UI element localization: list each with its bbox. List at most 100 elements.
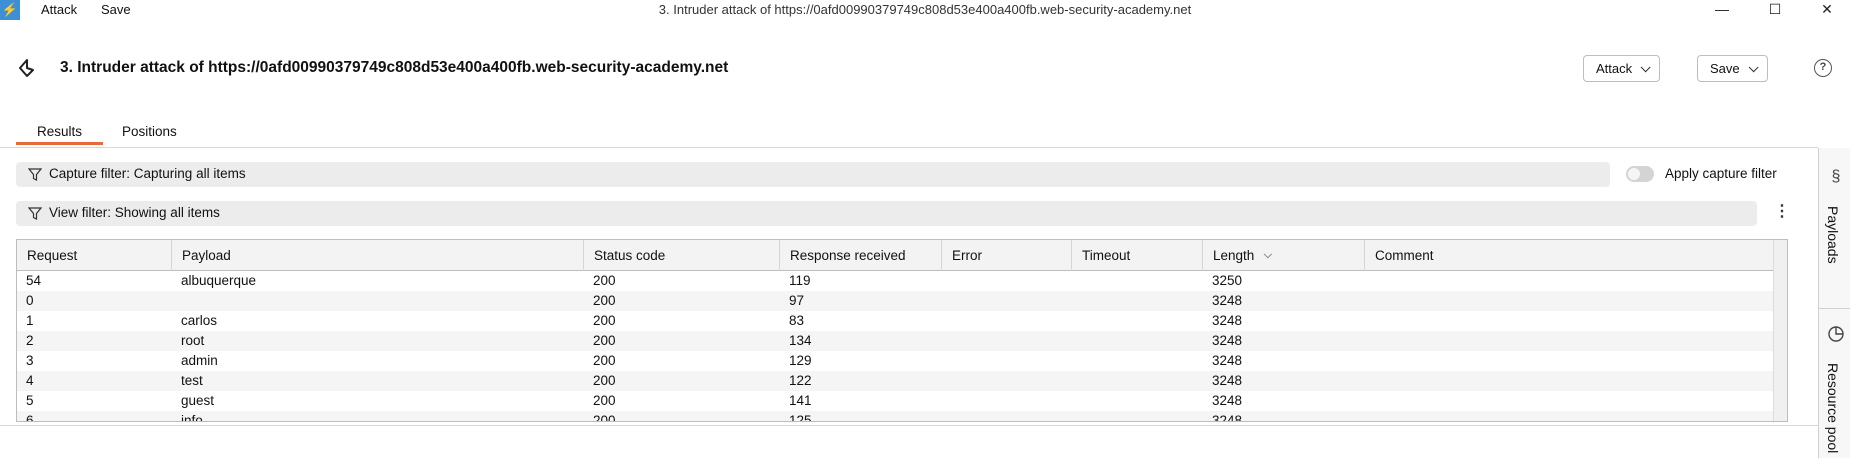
cell-error: [942, 371, 951, 391]
cell-error: [942, 311, 951, 331]
cell-response-received: 119: [789, 273, 811, 288]
cell-timeout: [1072, 291, 1081, 311]
cell-timeout: [1072, 411, 1081, 421]
cell-comment: [1365, 351, 1374, 371]
cell-length: 3248: [1212, 313, 1243, 328]
cell-comment: [1365, 391, 1374, 411]
table-row[interactable]: 0 200 97 3248: [17, 291, 1773, 311]
cell-comment: [1365, 371, 1374, 391]
cell-payload: test: [181, 373, 203, 388]
more-options-icon[interactable]: ⋮: [1774, 204, 1790, 222]
cell-payload: info: [181, 413, 203, 422]
cell-error: [942, 331, 951, 351]
view-filter-bar[interactable]: View filter: Showing all items: [16, 201, 1757, 226]
table-row[interactable]: 5 guest 200 141 3248: [17, 391, 1773, 411]
column-header-comment[interactable]: Comment: [1365, 240, 1773, 271]
cell-request: 5: [26, 393, 34, 408]
cell-response-received: 83: [789, 313, 805, 328]
cell-request: 54: [26, 273, 42, 288]
cell-response-received: 122: [789, 373, 812, 388]
cell-error: [942, 411, 951, 421]
cell-timeout: [1072, 331, 1081, 351]
column-header-length[interactable]: Length: [1203, 240, 1365, 271]
cell-status-code: 200: [593, 413, 616, 422]
view-filter-text: View filter: Showing all items: [49, 205, 220, 220]
side-divider: [1819, 308, 1850, 309]
table-row[interactable]: 1 carlos 200 83 3248: [17, 311, 1773, 331]
save-button-label: Save: [1710, 61, 1740, 76]
cell-request: 4: [26, 373, 34, 388]
resource-pool-icon[interactable]: [1827, 325, 1845, 343]
cell-response-received: 129: [789, 353, 812, 368]
table-row[interactable]: 2 root 200 134 3248: [17, 331, 1773, 351]
cell-payload: admin: [181, 353, 218, 368]
cell-request: 6: [26, 413, 34, 422]
cell-timeout: [1072, 351, 1081, 371]
column-header-error[interactable]: Error: [942, 240, 1072, 271]
cell-length: 3248: [1212, 393, 1243, 408]
close-window-button[interactable]: ✕: [1804, 0, 1850, 20]
help-icon[interactable]: ?: [1814, 59, 1832, 77]
results-table: Request Payload Status code Response rec…: [16, 239, 1788, 422]
table-row[interactable]: 4 test 200 122 3248: [17, 371, 1773, 391]
attack-dropdown-button[interactable]: Attack: [1583, 55, 1661, 82]
cell-comment: [1365, 291, 1374, 311]
minimize-button[interactable]: —: [1699, 0, 1745, 20]
side-tab-resource-pool[interactable]: Resource pool: [1825, 363, 1841, 453]
table-header: Request Payload Status code Response rec…: [17, 240, 1773, 271]
cell-comment: [1365, 271, 1374, 291]
window-titlebar: ⚡ Attack Save 3. Intruder attack of http…: [0, 0, 1850, 20]
attack-button-label: Attack: [1596, 61, 1633, 76]
cell-response-received: 134: [789, 333, 812, 348]
tab-results[interactable]: Results: [16, 122, 103, 145]
cell-status-code: 200: [593, 373, 616, 388]
cell-comment: [1365, 331, 1374, 351]
cell-length: 3250: [1212, 273, 1243, 288]
tab-divider: [0, 147, 1818, 148]
column-header-request[interactable]: Request: [17, 240, 172, 271]
filter-icon: [28, 207, 42, 220]
table-row[interactable]: 6 info 200 125 3248: [17, 411, 1773, 422]
side-panel: § Payloads Resource pool: [1818, 148, 1850, 458]
attack-header: 3. Intruder attack of https://0afd009903…: [0, 45, 1850, 91]
table-row[interactable]: 3 admin 200 129 3248: [17, 351, 1773, 371]
cell-error: [942, 351, 951, 371]
column-header-payload[interactable]: Payload: [172, 240, 584, 271]
table-row[interactable]: 54 albuquerque 200 119 3250: [17, 271, 1773, 291]
cell-payload: [172, 291, 181, 311]
cell-response-received: 125: [789, 413, 812, 422]
maximize-button[interactable]: ☐: [1752, 0, 1798, 20]
cell-status-code: 200: [593, 393, 616, 408]
column-header-timeout[interactable]: Timeout: [1072, 240, 1203, 271]
chevron-down-icon: [1748, 62, 1759, 73]
cell-timeout: [1072, 371, 1081, 391]
cell-length: 3248: [1212, 373, 1243, 388]
cell-timeout: [1072, 311, 1081, 331]
vertical-scrollbar[interactable]: [1773, 240, 1787, 421]
tab-positions[interactable]: Positions: [122, 122, 177, 142]
cell-request: 0: [26, 293, 34, 308]
column-header-response-received[interactable]: Response received: [780, 240, 942, 271]
cell-request: 2: [26, 333, 34, 348]
side-tab-payloads[interactable]: Payloads: [1825, 206, 1841, 264]
cell-request: 3: [26, 353, 34, 368]
cell-payload: root: [181, 333, 205, 348]
capture-filter-text: Capture filter: Capturing all items: [49, 166, 246, 181]
cell-timeout: [1072, 391, 1081, 411]
cell-status-code: 200: [593, 333, 616, 348]
intruder-icon: [19, 59, 34, 77]
cell-status-code: 200: [593, 313, 616, 328]
payloads-icon[interactable]: §: [1827, 168, 1845, 186]
save-dropdown-button[interactable]: Save: [1697, 55, 1768, 82]
cell-timeout: [1072, 271, 1081, 291]
cell-length: 3248: [1212, 293, 1243, 308]
chevron-down-icon: [1640, 62, 1651, 73]
column-header-status-code[interactable]: Status code: [584, 240, 780, 271]
capture-filter-bar[interactable]: Capture filter: Capturing all items: [16, 162, 1610, 187]
table-body: 54 albuquerque 200 119 3250 0 200 97 3248 1 carlos…: [17, 271, 1773, 422]
column-header-length-label: Length: [1213, 248, 1255, 263]
cell-comment: [1365, 311, 1374, 331]
apply-capture-filter-toggle[interactable]: [1626, 166, 1654, 182]
cell-response-received: 141: [789, 393, 812, 408]
sort-descending-icon: [1263, 249, 1273, 259]
